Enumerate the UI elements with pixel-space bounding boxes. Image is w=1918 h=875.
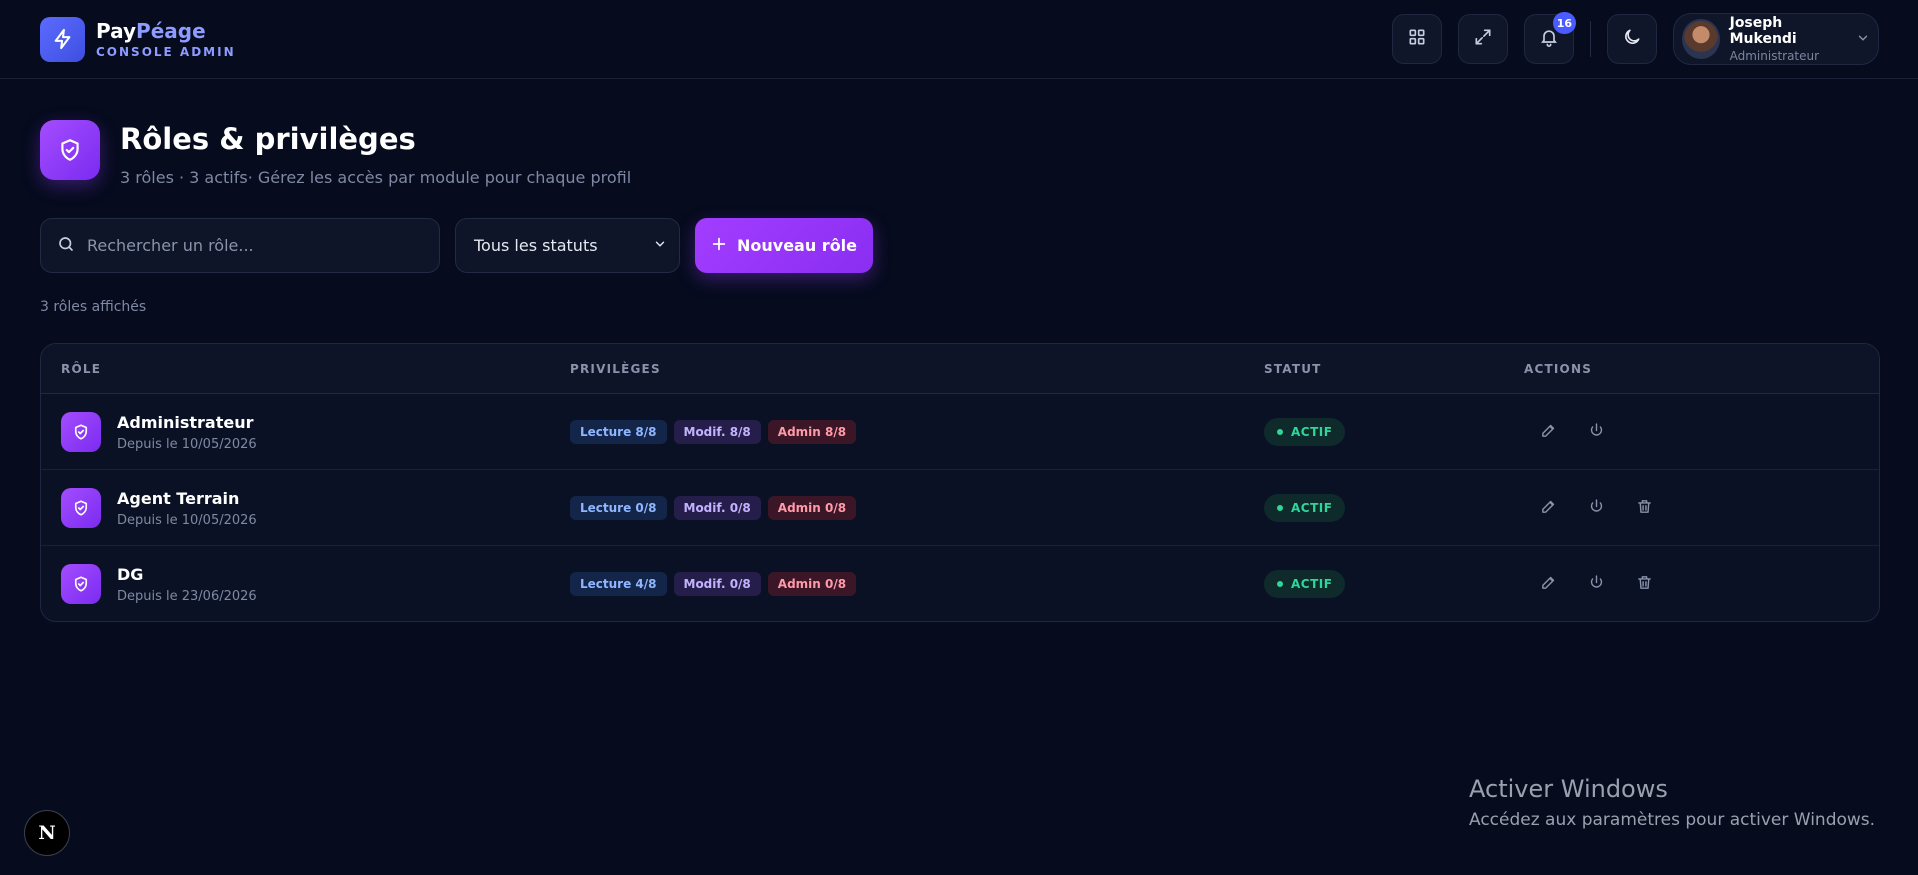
results-count: 3 rôles affichés	[40, 299, 147, 315]
brand-name: PayPéage	[96, 18, 206, 43]
toggle-status-button[interactable]	[1584, 496, 1608, 520]
role-cell: Agent Terrain Depuis le 10/05/2026	[61, 470, 257, 546]
shield-check-icon	[61, 564, 101, 604]
top-bar: PayPéage CONSOLE ADMIN 16 Joseph Mukendi…	[0, 0, 1918, 79]
user-role: Administrateur	[1729, 49, 1820, 63]
edit-button[interactable]	[1536, 420, 1560, 444]
privileges-cell: Lecture 4/8 Modif. 0/8 Admin 0/8	[570, 546, 857, 621]
toggle-status-button[interactable]	[1584, 420, 1608, 444]
role-date: Depuis le 23/06/2026	[117, 588, 257, 604]
grid-icon	[1407, 27, 1427, 51]
actions-cell	[1524, 470, 1656, 546]
shield-check-icon	[61, 412, 101, 452]
power-icon	[1588, 422, 1605, 443]
status-filter-value: Tous les statuts	[474, 236, 598, 255]
role-name: Agent Terrain	[117, 488, 240, 508]
windows-activation-watermark: Activer Windows Accédez aux paramètres p…	[1469, 775, 1875, 830]
delete-button[interactable]	[1632, 496, 1656, 520]
shield-check-icon	[40, 120, 100, 180]
role-name: DG	[117, 564, 144, 584]
status-cell: ACTIF	[1264, 394, 1346, 470]
chevron-down-icon	[653, 236, 667, 255]
header-status: STATUT	[1264, 361, 1322, 376]
shield-check-icon	[61, 488, 101, 528]
fullscreen-button[interactable]	[1458, 14, 1508, 64]
modify-privilege-chip: Modif. 8/8	[673, 420, 761, 444]
toggle-status-button[interactable]	[1584, 572, 1608, 596]
page-title: Rôles & privilèges	[120, 122, 416, 156]
avatar	[1682, 19, 1720, 59]
read-privilege-chip: Lecture 0/8	[570, 496, 667, 520]
status-badge: ACTIF	[1264, 494, 1346, 522]
actions-cell	[1524, 546, 1656, 621]
new-role-label: Nouveau rôle	[736, 236, 858, 255]
chevron-down-icon	[1856, 30, 1870, 49]
admin-privilege-chip: Admin 0/8	[767, 572, 857, 596]
privileges-cell: Lecture 8/8 Modif. 8/8 Admin 8/8	[570, 394, 857, 470]
watermark-subtitle: Accédez aux paramètres pour activer Wind…	[1469, 810, 1876, 830]
modify-privilege-chip: Modif. 0/8	[673, 572, 761, 596]
role-date: Depuis le 10/05/2026	[117, 436, 257, 452]
status-filter-select[interactable]: Tous les statuts	[455, 218, 680, 273]
edit-button[interactable]	[1536, 572, 1560, 596]
role-date: Depuis le 10/05/2026	[117, 512, 257, 528]
dev-tools-button[interactable]: N	[24, 810, 70, 856]
role-name: Administrateur	[117, 412, 254, 432]
toolbar: Tous les statuts Nouveau rôle	[40, 218, 873, 273]
header-divider	[1590, 21, 1591, 57]
power-icon	[1588, 574, 1605, 595]
pencil-icon	[1540, 574, 1557, 595]
modify-privilege-chip: Modif. 0/8	[673, 496, 761, 520]
plus-icon	[711, 236, 727, 256]
table-row: Administrateur Depuis le 10/05/2026 Lect…	[41, 394, 1879, 470]
page-header: Rôles & privilèges 3 rôles · 3 actifs· G…	[40, 120, 631, 187]
power-icon	[1588, 498, 1605, 519]
page-subtitle: 3 rôles · 3 actifs· Gérez les accès par …	[120, 168, 632, 187]
status-badge: ACTIF	[1264, 418, 1346, 446]
delete-button[interactable]	[1632, 572, 1656, 596]
privileges-cell: Lecture 0/8 Modif. 0/8 Admin 0/8	[570, 470, 857, 546]
table-header: RÔLE PRIVILÈGES STATUT ACTIONS	[41, 344, 1879, 394]
trash-icon	[1636, 574, 1653, 595]
status-cell: ACTIF	[1264, 546, 1346, 621]
user-menu[interactable]: Joseph Mukendi Administrateur	[1673, 13, 1879, 65]
header-privileges: PRIVILÈGES	[570, 361, 661, 376]
search-input[interactable]	[87, 236, 423, 255]
roles-table: RÔLE PRIVILÈGES STATUT ACTIONS Administr…	[40, 343, 1880, 622]
header-role: RÔLE	[61, 361, 102, 376]
table-row: Agent Terrain Depuis le 10/05/2026 Lectu…	[41, 470, 1879, 546]
notification-count-badge: 16	[1552, 12, 1576, 34]
search-icon	[57, 235, 75, 257]
user-name: Joseph Mukendi	[1729, 15, 1797, 47]
theme-toggle-button[interactable]	[1607, 14, 1657, 64]
admin-privilege-chip: Admin 0/8	[767, 496, 857, 520]
actions-cell	[1524, 394, 1608, 470]
edit-button[interactable]	[1536, 496, 1560, 520]
moon-icon	[1622, 27, 1642, 51]
brand[interactable]: PayPéage CONSOLE ADMIN	[40, 16, 236, 62]
apps-button[interactable]	[1392, 14, 1442, 64]
new-role-button[interactable]: Nouveau rôle	[695, 218, 873, 273]
role-cell: Administrateur Depuis le 10/05/2026	[61, 394, 257, 470]
status-cell: ACTIF	[1264, 470, 1346, 546]
table-row: DG Depuis le 23/06/2026 Lecture 4/8 Modi…	[41, 546, 1879, 621]
brand-subtitle: CONSOLE ADMIN	[96, 44, 236, 59]
watermark-title: Activer Windows	[1469, 775, 1668, 803]
lightning-icon	[40, 16, 85, 62]
notifications-button[interactable]: 16	[1524, 12, 1576, 64]
expand-icon	[1473, 27, 1493, 51]
read-privilege-chip: Lecture 8/8	[570, 420, 667, 444]
admin-privilege-chip: Admin 8/8	[767, 420, 857, 444]
trash-icon	[1636, 498, 1653, 519]
pencil-icon	[1540, 498, 1557, 519]
search-box[interactable]	[40, 218, 440, 273]
role-cell: DG Depuis le 23/06/2026	[61, 546, 257, 621]
read-privilege-chip: Lecture 4/8	[570, 572, 667, 596]
status-badge: ACTIF	[1264, 570, 1346, 598]
pencil-icon	[1540, 422, 1557, 443]
header-actions: ACTIONS	[1524, 361, 1593, 376]
